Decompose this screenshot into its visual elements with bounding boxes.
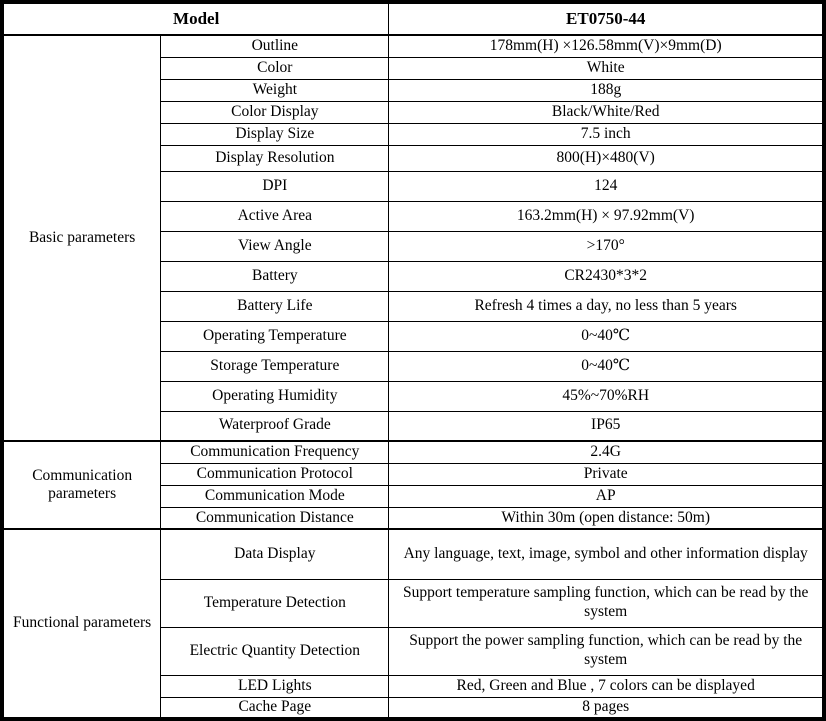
parameter-value: Within 30m (open distance: 50m) (388, 506, 825, 530)
parameter-value: 2.4G (388, 440, 825, 464)
parameter-name: Communication Protocol (160, 462, 390, 486)
table-row: Communication parameters Communication Fr… (1, 440, 825, 530)
parameter-value: Private (388, 462, 825, 486)
parameter-value: IP65 (388, 410, 825, 442)
parameter-name: Temperature Detection (160, 578, 390, 628)
parameter-name: Communication Distance (160, 506, 390, 530)
group-label-3: Functional parameters (1, 528, 162, 720)
header-model-label: Model (1, 1, 390, 36)
parameter-value: Refresh 4 times a day, no less than 5 ye… (388, 290, 825, 322)
parameter-value: 0~40℃ (388, 320, 825, 352)
parameter-name: Electric Quantity Detection (160, 626, 390, 676)
table-row: Basic parameters Outline 178mm(H) ×126.58m… (1, 34, 825, 442)
parameter-value: 45%~70%RH (388, 380, 825, 412)
parameter-value: Support temperature sampling function, w… (388, 578, 825, 628)
parameter-name: Storage Temperature (160, 350, 390, 382)
header-model-value: ET0750-44 (388, 1, 825, 36)
parameter-name: Active Area (160, 200, 390, 232)
parameter-name: Operating Temperature (160, 320, 390, 352)
parameter-value: 800(H)×480(V) (388, 144, 825, 172)
parameter-value: Red, Green and Blue , 7 colors can be di… (388, 674, 825, 698)
parameter-name: Display Resolution (160, 144, 390, 172)
parameter-name: Communication Mode (160, 484, 390, 508)
parameter-name: DPI (160, 170, 390, 202)
parameter-name: Display Size (160, 122, 390, 146)
parameter-value: Black/White/Red (388, 100, 825, 124)
parameter-name: Battery Life (160, 290, 390, 322)
parameter-name: Data Display (160, 528, 390, 580)
specification-table: Model ET0750-44 Basic parameters Outline 178… (0, 0, 826, 721)
parameter-value: White (388, 56, 825, 80)
parameter-name: Battery (160, 260, 390, 292)
parameter-value: 0~40℃ (388, 350, 825, 382)
parameter-value: 178mm(H) ×126.58mm(V)×9mm(D) (388, 34, 825, 58)
parameter-name: Waterproof Grade (160, 410, 390, 442)
group-label-1: Basic parameters (1, 34, 162, 442)
parameter-name: Weight (160, 78, 390, 102)
parameter-value: AP (388, 484, 825, 508)
parameter-name: Color (160, 56, 390, 80)
parameter-value: Support the power sampling function, whi… (388, 626, 825, 676)
parameter-value: >170° (388, 230, 825, 262)
table-header-row: Model ET0750-44 (1, 1, 825, 36)
parameter-value: 7.5 inch (388, 122, 825, 146)
parameter-name: LED Lights (160, 674, 390, 698)
group-label-2: Communication parameters (1, 440, 162, 530)
parameter-value: 163.2mm(H) × 97.92mm(V) (388, 200, 825, 232)
parameter-name: View Angle (160, 230, 390, 262)
parameter-name: Cache Page (160, 696, 390, 720)
parameter-name: Communication Frequency (160, 440, 390, 464)
parameter-value: 124 (388, 170, 825, 202)
parameter-value: Any language, text, image, symbol and ot… (388, 528, 825, 580)
parameter-value: CR2430*3*2 (388, 260, 825, 292)
parameter-value: 8 pages (388, 696, 825, 720)
table-row: Functional parameters Data Display Any lan… (1, 528, 825, 720)
parameter-value: 188g (388, 78, 825, 102)
parameter-name: Color Display (160, 100, 390, 124)
parameter-name: Outline (160, 34, 390, 58)
parameter-name: Operating Humidity (160, 380, 390, 412)
